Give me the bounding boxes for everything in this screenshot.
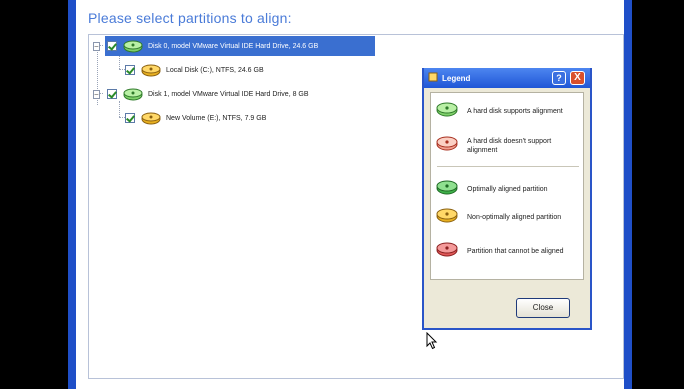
legend-item-label: Optimally aligned partition [467, 186, 548, 193]
green-disk-icon [435, 101, 459, 122]
yellow-partition-icon [435, 207, 459, 228]
legend-item: Optimally aligned partition [435, 179, 567, 200]
legend-item-label: Non-optimally aligned partition [467, 214, 562, 221]
close-button[interactable]: Close [516, 298, 570, 318]
checkbox-disk-0[interactable] [107, 41, 117, 51]
legend-title-bar[interactable]: Legend ? X [424, 68, 590, 88]
tree-row-label: Disk 0, model VMware Virtual IDE Hard Dr… [148, 42, 319, 50]
left-black-bar [0, 0, 68, 389]
tree-row-label: Disk 1, model VMware Virtual IDE Hard Dr… [148, 90, 309, 98]
checkbox-partition-e[interactable] [125, 113, 135, 123]
right-black-bar [632, 0, 684, 389]
yellow-partition-icon [140, 63, 162, 77]
checkbox-partition-c[interactable] [125, 65, 135, 75]
checkbox-disk-1[interactable] [107, 89, 117, 99]
collapse-icon[interactable]: − [93, 89, 100, 99]
tree-row-partition-c[interactable]: Local Disk (C:), NTFS, 24.6 GB [125, 60, 355, 80]
green-disk-icon [122, 39, 144, 53]
page-heading: Please select partitions to align: [88, 10, 292, 26]
tree-row-disk-1[interactable]: Disk 1, model VMware Virtual IDE Hard Dr… [105, 84, 375, 104]
help-button[interactable]: ? [552, 71, 566, 85]
legend-item-label: A hard disk doesn't support alignment [467, 137, 552, 154]
legend-title: Legend [442, 73, 471, 83]
window-right-border [624, 0, 632, 389]
red-partition-icon [435, 241, 459, 262]
legend-body: A hard disk supports alignment A hard di… [430, 92, 584, 280]
green-disk-icon [122, 87, 144, 101]
green-partition-icon [435, 179, 459, 200]
legend-item-label: Partition that cannot be aligned [467, 248, 564, 255]
legend-item-label: A hard disk supports alignment [467, 108, 563, 115]
legend-item: Partition that cannot be aligned [435, 241, 567, 262]
tree-row-label: Local Disk (C:), NTFS, 24.6 GB [166, 66, 264, 74]
tree-row-partition-e[interactable]: New Volume (E:), NTFS, 7.9 GB [125, 108, 355, 128]
collapse-icon[interactable]: − [93, 41, 100, 51]
tree-row-disk-0[interactable]: Disk 0, model VMware Virtual IDE Hard Dr… [105, 36, 375, 56]
tree-row-label: New Volume (E:), NTFS, 7.9 GB [166, 114, 267, 122]
legend-footer: Close [424, 284, 590, 328]
legend-item: A hard disk supports alignment [435, 101, 567, 122]
yellow-partition-icon [140, 111, 162, 125]
legend-divider [437, 166, 579, 167]
mouse-cursor-icon [426, 331, 438, 355]
legend-dialog: Legend ? X A hard disk supports alignmen… [422, 68, 592, 330]
legend-item: Non-optimally aligned partition [435, 207, 567, 228]
window-left-border [68, 0, 76, 389]
close-window-button[interactable]: X [570, 71, 585, 85]
legend-item: A hard disk doesn't support alignment [435, 135, 567, 156]
legend-window-icon [428, 69, 438, 87]
red-disk-icon [435, 135, 459, 156]
